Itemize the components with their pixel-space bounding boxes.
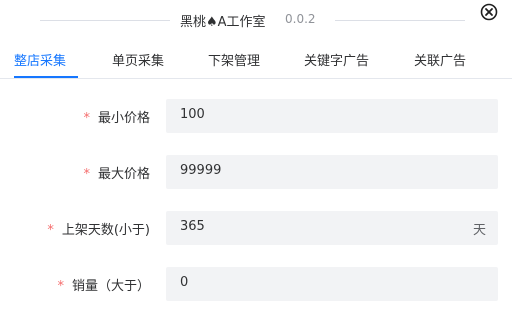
- tab-bar: 整店采集 单页采集 下架管理 关键字广告 关联广告: [0, 42, 512, 79]
- required-mark: *: [83, 111, 90, 126]
- max-price-value[interactable]: 99999: [180, 163, 221, 178]
- tab-keyword-ads[interactable]: 关键字广告: [304, 50, 369, 69]
- title-bar: 黑桃♠A工作室 0.0.2: [0, 0, 512, 42]
- listing-days-input[interactable]: 365 天: [166, 211, 498, 245]
- required-mark: *: [83, 167, 90, 182]
- title-divider-right: [335, 20, 465, 21]
- sales-label-text: 销量（大于）: [71, 279, 150, 294]
- max-price-label-text: 最大价格: [97, 167, 150, 182]
- form-row-min-price: * 最小价格 100: [0, 99, 512, 133]
- title-divider-left: [40, 20, 170, 21]
- window-title: 黑桃♠A工作室: [180, 15, 266, 30]
- close-button[interactable]: [480, 3, 498, 21]
- min-price-input[interactable]: 100: [166, 99, 498, 133]
- listing-days-label: * 上架天数(小于): [47, 219, 150, 238]
- tab-single-page-collect[interactable]: 单页采集: [112, 50, 164, 69]
- required-mark: *: [47, 223, 54, 238]
- sales-value[interactable]: 0: [180, 275, 188, 290]
- tab-delist-management[interactable]: 下架管理: [208, 50, 260, 69]
- form-row-sales: * 销量（大于） 0: [0, 267, 512, 301]
- form-row-listing-days: * 上架天数(小于) 365 天: [0, 211, 512, 245]
- listing-days-value[interactable]: 365: [180, 219, 205, 234]
- close-circle-icon[interactable]: [480, 3, 498, 21]
- min-price-value[interactable]: 100: [180, 107, 205, 122]
- sales-label: * 销量（大于）: [57, 275, 150, 294]
- sales-input[interactable]: 0: [166, 267, 498, 301]
- days-unit-suffix: 天: [472, 223, 486, 238]
- min-price-label-text: 最小价格: [97, 111, 150, 126]
- max-price-input[interactable]: 99999: [166, 155, 498, 189]
- tab-whole-store-collect[interactable]: 整店采集: [14, 50, 66, 69]
- required-mark: *: [57, 279, 64, 294]
- window-version: 0.0.2: [285, 12, 316, 26]
- max-price-label: * 最大价格: [83, 163, 150, 182]
- min-price-label: * 最小价格: [83, 107, 150, 126]
- listing-days-label-text: 上架天数(小于): [61, 223, 150, 238]
- form-row-max-price: * 最大价格 99999: [0, 155, 512, 189]
- tab-related-ads[interactable]: 关联广告: [414, 50, 466, 69]
- active-tab-indicator: [14, 76, 78, 78]
